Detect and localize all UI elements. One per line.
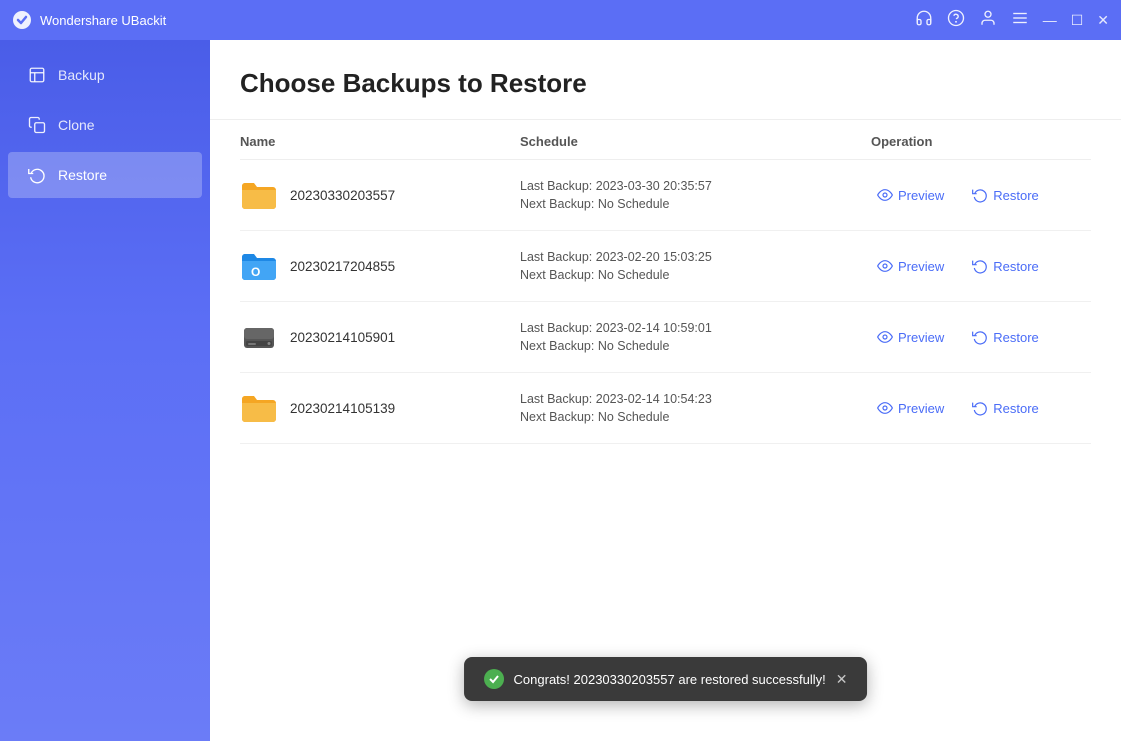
app-logo-icon bbox=[12, 10, 32, 30]
operation-cell-4: Preview Restore bbox=[871, 396, 1091, 420]
app-title: Wondershare UBackit bbox=[40, 13, 166, 28]
restore-action-icon bbox=[972, 329, 988, 345]
operation-cell-3: Preview Restore bbox=[871, 325, 1091, 349]
table-row: 20230330203557 Last Backup: 2023-03-30 2… bbox=[240, 160, 1091, 231]
last-backup-1: Last Backup: 2023-03-30 20:35:57 bbox=[520, 179, 871, 193]
close-button[interactable]: ✕ bbox=[1097, 12, 1109, 29]
eye-icon bbox=[877, 400, 893, 416]
table-header: Name Schedule Operation bbox=[240, 120, 1091, 160]
name-cell-3: 20230214105901 bbox=[240, 318, 520, 356]
backup-name-3: 20230214105901 bbox=[290, 330, 395, 345]
restore-label: Restore bbox=[58, 167, 107, 183]
name-cell-1: 20230330203557 bbox=[240, 176, 520, 214]
restore-button-1[interactable]: Restore bbox=[966, 183, 1045, 207]
clone-icon bbox=[28, 116, 46, 134]
schedule-cell-4: Last Backup: 2023-02-14 10:54:23 Next Ba… bbox=[520, 392, 871, 424]
window-controls: — ☐ ✕ bbox=[915, 9, 1109, 31]
content-header: Choose Backups to Restore bbox=[210, 40, 1121, 120]
restore-button-4[interactable]: Restore bbox=[966, 396, 1045, 420]
backup-icon bbox=[28, 66, 46, 84]
sidebar-item-clone[interactable]: Clone bbox=[8, 102, 202, 148]
toast-close-button[interactable]: ✕ bbox=[836, 672, 848, 686]
title-bar: Wondershare UBackit bbox=[0, 0, 1121, 40]
last-backup-2: Last Backup: 2023-02-20 15:03:25 bbox=[520, 250, 871, 264]
folder-icon-4 bbox=[240, 389, 278, 427]
sidebar-item-backup[interactable]: Backup bbox=[8, 52, 202, 98]
next-backup-2: Next Backup: No Schedule bbox=[520, 268, 871, 282]
help-icon[interactable] bbox=[947, 9, 965, 31]
preview-button-4[interactable]: Preview bbox=[871, 396, 950, 420]
col-operation: Operation bbox=[871, 134, 1091, 149]
restore-action-icon bbox=[972, 400, 988, 416]
user-icon[interactable] bbox=[979, 9, 997, 31]
title-bar-left: Wondershare UBackit bbox=[12, 10, 166, 30]
operation-cell-1: Preview Restore bbox=[871, 183, 1091, 207]
clone-label: Clone bbox=[58, 117, 95, 133]
sidebar-item-restore[interactable]: Restore bbox=[8, 152, 202, 198]
restore-action-icon bbox=[972, 258, 988, 274]
toast-check-icon bbox=[484, 669, 504, 689]
folder-icon-3 bbox=[240, 318, 278, 356]
eye-icon bbox=[877, 187, 893, 203]
folder-icon-1 bbox=[240, 176, 278, 214]
restore-icon bbox=[28, 166, 46, 184]
table-row: 20230214105139 Last Backup: 2023-02-14 1… bbox=[240, 373, 1091, 444]
toast-message: Congrats! 20230330203557 are restored su… bbox=[514, 672, 826, 687]
toast-notification: Congrats! 20230330203557 are restored su… bbox=[464, 657, 868, 701]
restore-button-2[interactable]: Restore bbox=[966, 254, 1045, 278]
preview-button-1[interactable]: Preview bbox=[871, 183, 950, 207]
folder-icon-2: O bbox=[240, 247, 278, 285]
last-backup-3: Last Backup: 2023-02-14 10:59:01 bbox=[520, 321, 871, 335]
svg-text:O: O bbox=[251, 265, 260, 279]
minimize-button[interactable]: — bbox=[1043, 12, 1057, 28]
table-row: O 20230217204855 Last Backup: 2023-02-20… bbox=[240, 231, 1091, 302]
backup-label: Backup bbox=[58, 67, 105, 83]
eye-icon bbox=[877, 329, 893, 345]
name-cell-2: O 20230217204855 bbox=[240, 247, 520, 285]
col-name: Name bbox=[240, 134, 520, 149]
menu-icon[interactable] bbox=[1011, 9, 1029, 31]
table-area: Name Schedule Operation 20230330203557 bbox=[210, 120, 1121, 741]
preview-button-3[interactable]: Preview bbox=[871, 325, 950, 349]
restore-action-icon bbox=[972, 187, 988, 203]
last-backup-4: Last Backup: 2023-02-14 10:54:23 bbox=[520, 392, 871, 406]
sidebar: Backup Clone Restore bbox=[0, 40, 210, 741]
schedule-cell-1: Last Backup: 2023-03-30 20:35:57 Next Ba… bbox=[520, 179, 871, 211]
table-row: 20230214105901 Last Backup: 2023-02-14 1… bbox=[240, 302, 1091, 373]
main-layout: Backup Clone Restore Choose Backup bbox=[0, 40, 1121, 741]
schedule-cell-2: Last Backup: 2023-02-20 15:03:25 Next Ba… bbox=[520, 250, 871, 282]
maximize-button[interactable]: ☐ bbox=[1071, 12, 1084, 29]
page-title: Choose Backups to Restore bbox=[240, 68, 1091, 99]
backup-name-2: 20230217204855 bbox=[290, 259, 395, 274]
content-area: Choose Backups to Restore Name Schedule … bbox=[210, 40, 1121, 741]
schedule-cell-3: Last Backup: 2023-02-14 10:59:01 Next Ba… bbox=[520, 321, 871, 353]
headset-icon[interactable] bbox=[915, 9, 933, 31]
backup-name-1: 20230330203557 bbox=[290, 188, 395, 203]
next-backup-4: Next Backup: No Schedule bbox=[520, 410, 871, 424]
col-schedule: Schedule bbox=[520, 134, 871, 149]
eye-icon bbox=[877, 258, 893, 274]
preview-button-2[interactable]: Preview bbox=[871, 254, 950, 278]
next-backup-3: Next Backup: No Schedule bbox=[520, 339, 871, 353]
name-cell-4: 20230214105139 bbox=[240, 389, 520, 427]
restore-button-3[interactable]: Restore bbox=[966, 325, 1045, 349]
operation-cell-2: Preview Restore bbox=[871, 254, 1091, 278]
backup-name-4: 20230214105139 bbox=[290, 401, 395, 416]
next-backup-1: Next Backup: No Schedule bbox=[520, 197, 871, 211]
